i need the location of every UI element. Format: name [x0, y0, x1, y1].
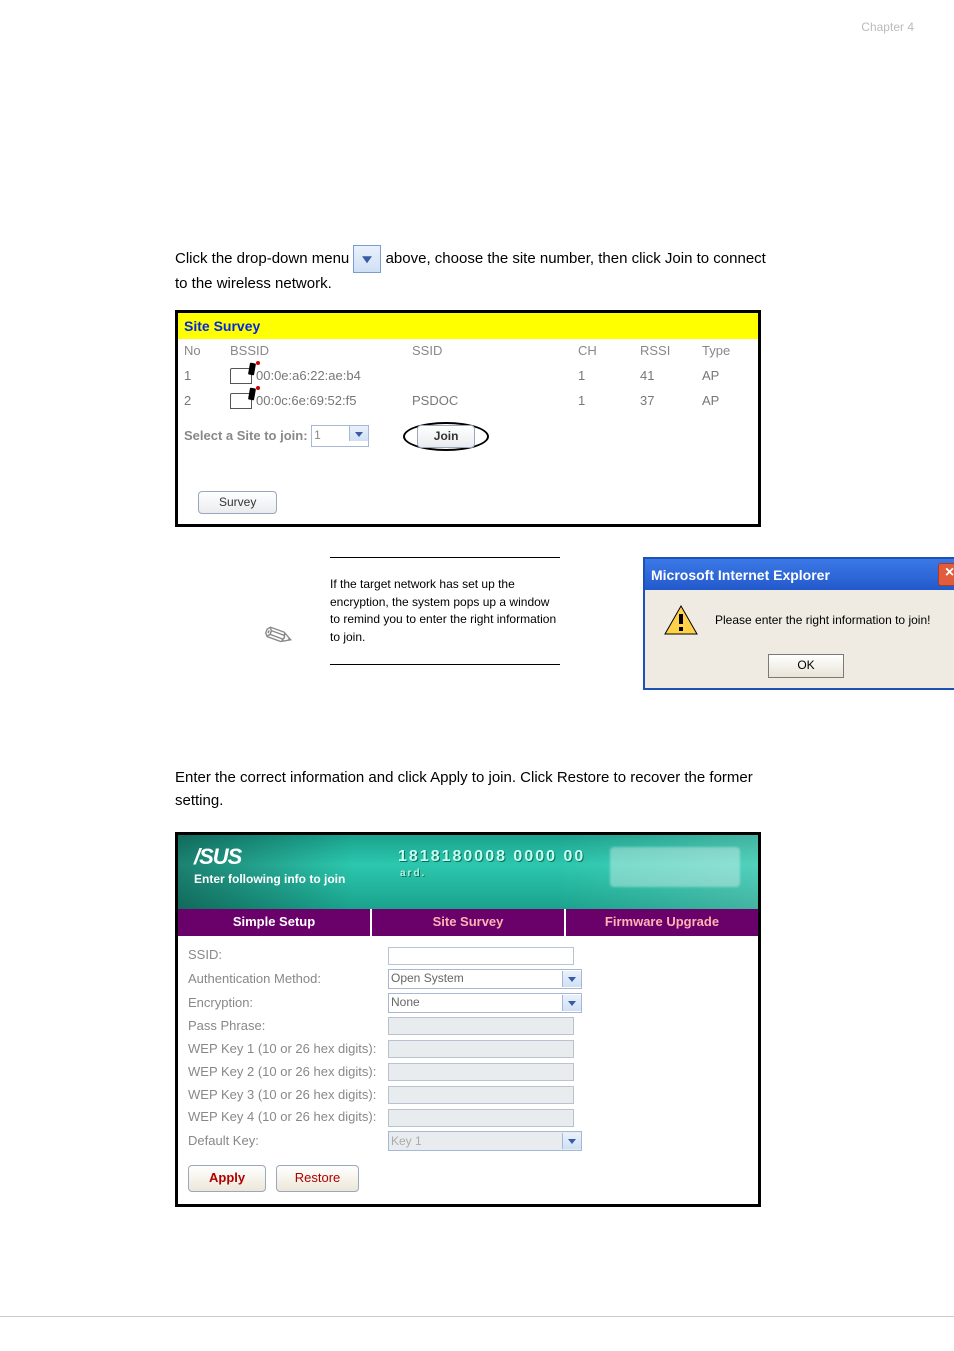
- select-site-label: Select a Site to join:: [184, 428, 308, 443]
- enc-label: Encryption:: [188, 994, 388, 1013]
- asus-form: SSID: Authentication Method: Open System…: [178, 936, 758, 1204]
- text: 00:0c:6e:69:52:f5: [256, 393, 356, 408]
- wep1-input[interactable]: [388, 1040, 574, 1058]
- defaultkey-label: Default Key:: [188, 1132, 388, 1151]
- dropdown-icon: [353, 245, 381, 273]
- col-bssid: BSSID: [224, 339, 406, 364]
- close-icon[interactable]: ×: [938, 563, 954, 586]
- ssid-label: SSID:: [188, 946, 388, 965]
- col-ch: CH: [572, 339, 634, 364]
- chapter-label: Chapter 4: [861, 20, 914, 34]
- cell-no: 1: [178, 364, 224, 389]
- ap-icon: [230, 393, 252, 409]
- cell-bssid: 00:0e:a6:22:ae:b4: [224, 364, 406, 389]
- asus-tabbar: Simple Setup Site Survey Firmware Upgrad…: [178, 909, 758, 936]
- site-select-value: 1: [314, 428, 321, 442]
- cell-ssid: PSDOC: [406, 389, 572, 414]
- note-text: If the target network has set up the enc…: [330, 557, 560, 665]
- site-survey-title: Site Survey: [178, 313, 758, 339]
- cell-ssid: [406, 364, 572, 389]
- cell-no: 2: [178, 389, 224, 414]
- defaultkey-select-value: Key 1: [391, 1133, 422, 1150]
- asus-join-screenshot: /SUS Enter following info to join 181818…: [175, 832, 761, 1207]
- restore-button[interactable]: Restore: [276, 1165, 360, 1192]
- cell-ch: 1: [572, 364, 634, 389]
- table-row: 1 00:0e:a6:22:ae:b4 1 41 AP: [178, 364, 758, 389]
- cell-type: AP: [696, 364, 758, 389]
- defaultkey-select[interactable]: Key 1: [388, 1131, 582, 1151]
- wep4-label: WEP Key 4 (10 or 26 hex digits):: [188, 1108, 388, 1127]
- cell-rssi: 37: [634, 389, 696, 414]
- cell-rssi: 41: [634, 364, 696, 389]
- cell-ch: 1: [572, 389, 634, 414]
- passphrase-input[interactable]: [388, 1017, 574, 1035]
- table-row: 2 00:0c:6e:69:52:f5 PSDOC 1 37 AP: [178, 389, 758, 414]
- col-rssi: RSSI: [634, 339, 696, 364]
- instruction-paragraph-1: Click the drop-down menu above, choose t…: [175, 245, 775, 295]
- enc-select[interactable]: None: [388, 993, 582, 1013]
- wep2-label: WEP Key 2 (10 or 26 hex digits):: [188, 1063, 388, 1082]
- wep3-label: WEP Key 3 (10 or 26 hex digits):: [188, 1086, 388, 1105]
- chevron-down-icon: [562, 971, 581, 987]
- cell-bssid: 00:0c:6e:69:52:f5: [224, 389, 406, 414]
- ssid-input[interactable]: [388, 947, 574, 965]
- chevron-down-icon: [562, 1133, 581, 1149]
- text: ard.: [400, 867, 585, 882]
- ie-dialog-titlebar: Microsoft Internet Explorer ×: [645, 559, 954, 590]
- col-no: No: [178, 339, 224, 364]
- tab-site-survey[interactable]: Site Survey: [372, 909, 564, 936]
- wep4-input[interactable]: [388, 1109, 574, 1127]
- wep1-label: WEP Key 1 (10 or 26 hex digits):: [188, 1040, 388, 1059]
- instruction-paragraph-2: Enter the correct information and click …: [175, 767, 775, 812]
- wep2-input[interactable]: [388, 1063, 574, 1081]
- auth-select-value: Open System: [391, 970, 464, 987]
- site-survey-screenshot: Site Survey No BSSID SSID CH RSSI Type 1…: [175, 310, 761, 528]
- tab-simple-setup[interactable]: Simple Setup: [178, 909, 370, 936]
- join-button-highlight: Join: [403, 422, 490, 451]
- page-footer: [0, 1316, 954, 1321]
- auth-label: Authentication Method:: [188, 970, 388, 989]
- apply-button[interactable]: Apply: [188, 1165, 266, 1192]
- site-survey-controls: Select a Site to join: 1 Join: [178, 414, 758, 455]
- text: 00:0e:a6:22:ae:b4: [256, 368, 361, 383]
- note-quill-icon: ✎: [256, 610, 303, 667]
- chevron-down-icon: [562, 995, 581, 1011]
- text: Click the drop-down menu: [175, 250, 353, 267]
- enc-select-value: None: [391, 994, 420, 1011]
- asus-mac: 1818180008 0000 00 ard.: [398, 845, 585, 881]
- site-select[interactable]: 1: [311, 425, 369, 446]
- cell-type: AP: [696, 389, 758, 414]
- chevron-down-icon: [349, 426, 368, 441]
- warning-icon: [663, 604, 699, 636]
- table-header-row: No BSSID SSID CH RSSI Type: [178, 339, 758, 364]
- text: 1818180008 0000 00: [398, 848, 585, 865]
- passphrase-label: Pass Phrase:: [188, 1017, 388, 1036]
- router-silhouette-icon: [610, 847, 740, 887]
- ie-dialog-message: Please enter the right information to jo…: [715, 612, 930, 629]
- ie-dialog-title: Microsoft Internet Explorer: [651, 565, 830, 585]
- tab-firmware-upgrade[interactable]: Firmware Upgrade: [566, 909, 758, 936]
- ok-button[interactable]: OK: [768, 654, 843, 677]
- wep3-input[interactable]: [388, 1086, 574, 1104]
- col-type: Type: [696, 339, 758, 364]
- auth-select[interactable]: Open System: [388, 969, 582, 989]
- join-button[interactable]: Join: [417, 425, 476, 448]
- site-survey-table: No BSSID SSID CH RSSI Type 1 00:0e:a6:22…: [178, 339, 758, 414]
- ie-warning-dialog: Microsoft Internet Explorer × Please ent…: [643, 557, 954, 689]
- asus-header: /SUS Enter following info to join 181818…: [178, 835, 758, 909]
- col-ssid: SSID: [406, 339, 572, 364]
- survey-button[interactable]: Survey: [198, 491, 277, 514]
- ap-icon: [230, 368, 252, 384]
